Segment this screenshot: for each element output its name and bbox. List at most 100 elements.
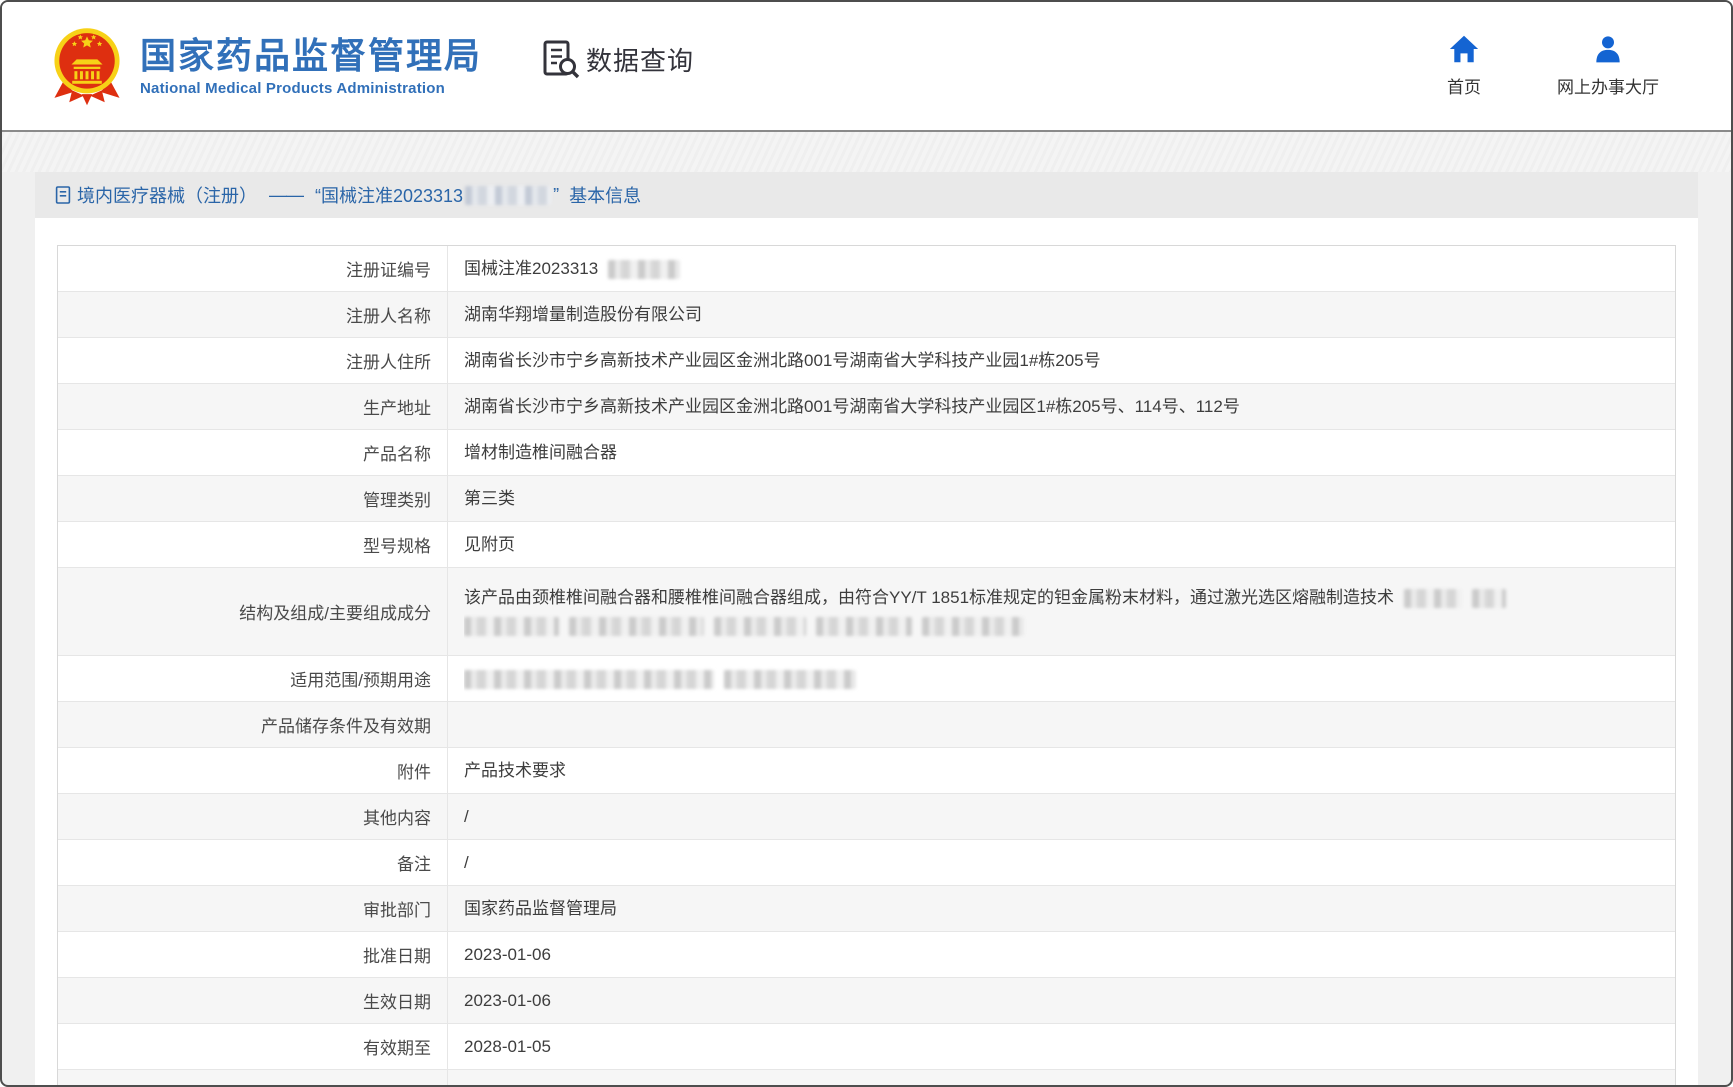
row-label: 型号规格 xyxy=(58,522,448,567)
value-text: 见附页 xyxy=(464,535,515,554)
value-text: 湖南省长沙市宁乡高新技术产业园区金洲北路001号湖南省大学科技产业园1#栋205… xyxy=(464,351,1101,370)
row-label: 生产地址 xyxy=(58,384,448,429)
document-search-icon xyxy=(540,39,580,79)
row-label: 结构及组成/主要组成成分 xyxy=(58,568,448,655)
row-label xyxy=(58,1070,448,1087)
row-label: 产品储存条件及有效期 xyxy=(58,702,448,747)
row-label: 注册人名称 xyxy=(58,292,448,337)
row-value: 增材制造椎间融合器 xyxy=(448,430,1675,475)
value-text: / xyxy=(464,853,469,872)
value-text: 2023-01-06 xyxy=(464,991,551,1010)
redacted-blur xyxy=(816,617,912,636)
page-title-suffix: 基本信息 xyxy=(569,182,641,208)
row-label: 注册证编号 xyxy=(58,246,448,291)
row-value: 产品技术要求 xyxy=(448,748,1675,793)
redacted-blur xyxy=(608,260,680,279)
national-emblem-icon xyxy=(50,25,124,107)
value-text: 该产品由颈椎椎间融合器和腰椎椎间融合器组成，由符合YY/T 1851标准规定的钽… xyxy=(464,588,1394,607)
table-row: 其他内容 / xyxy=(58,794,1675,840)
breadcrumb: 境内医疗器械（注册） —— “国械注准2023313 ” 基本信息 xyxy=(35,172,1698,218)
table-row: 结构及组成/主要组成成分该产品由颈椎椎间融合器和腰椎椎间融合器组成，由符合YY/… xyxy=(58,568,1675,656)
row-label: 适用范围/预期用途 xyxy=(58,656,448,701)
info-table: 注册证编号国械注准2023313注册人名称湖南华翔增量制造股份有限公司注册人住所… xyxy=(57,245,1676,1087)
row-label: 注册人住所 xyxy=(58,338,448,383)
value-text: 国家药品监督管理局 xyxy=(464,899,617,918)
value-text: 增材制造椎间融合器 xyxy=(464,443,617,462)
value-text: 湖南省长沙市宁乡高新技术产业园区金洲北路001号湖南省大学科技产业园区1#栋20… xyxy=(464,397,1240,416)
nav-service-hall-label: 网上办事大厅 xyxy=(1557,73,1659,98)
table-row: 附件产品技术要求 xyxy=(58,748,1675,794)
row-value: 国械注准2023313 xyxy=(448,246,1675,291)
table-row: 注册人名称湖南华翔增量制造股份有限公司 xyxy=(58,292,1675,338)
page-title-close-quote: ” xyxy=(553,185,559,206)
row-value: 湖南华翔增量制造股份有限公司 xyxy=(448,292,1675,337)
row-value: / xyxy=(448,794,1675,839)
home-icon xyxy=(1448,34,1480,64)
breadcrumb-dash: —— xyxy=(269,185,303,206)
row-label: 审批部门 xyxy=(58,886,448,931)
redacted-blur xyxy=(464,617,559,636)
row-value: / xyxy=(448,840,1675,885)
nav-home[interactable]: 首页 xyxy=(1447,34,1481,98)
table-row: 适用范围/预期用途 xyxy=(58,656,1675,702)
redacted-blur xyxy=(465,186,551,205)
row-value xyxy=(448,1070,1675,1087)
row-label: 有效期至 xyxy=(58,1024,448,1069)
value-text: 第三类 xyxy=(464,489,515,508)
row-value: 国家药品监督管理局 xyxy=(448,886,1675,931)
table-row: 备注 / xyxy=(58,840,1675,886)
row-label: 其他内容 xyxy=(58,794,448,839)
content-panel: 注册证编号国械注准2023313注册人名称湖南华翔增量制造股份有限公司注册人住所… xyxy=(35,218,1698,1087)
row-label: 管理类别 xyxy=(58,476,448,521)
value-text: 2023-01-06 xyxy=(464,945,551,964)
top-nav: 首页 网上办事大厅 xyxy=(1447,34,1659,98)
row-label: 备注 xyxy=(58,840,448,885)
row-value: 2028-01-05 xyxy=(448,1024,1675,1069)
table-row-partial xyxy=(58,1070,1675,1087)
table-row: 产品名称增材制造椎间融合器 xyxy=(58,430,1675,476)
org-name-cn: 国家药品监督管理局 xyxy=(140,35,482,76)
site-header: 国家药品监督管理局 National Medical Products Admi… xyxy=(2,2,1731,132)
row-label: 生效日期 xyxy=(58,978,448,1023)
table-row: 注册人住所湖南省长沙市宁乡高新技术产业园区金洲北路001号湖南省大学科技产业园1… xyxy=(58,338,1675,384)
breadcrumb-category[interactable]: 境内医疗器械（注册） xyxy=(77,182,257,208)
row-value: 见附页 xyxy=(448,522,1675,567)
document-icon xyxy=(55,185,71,205)
data-query-label: 数据查询 xyxy=(586,41,694,78)
row-value: 第三类 xyxy=(448,476,1675,521)
background-band xyxy=(2,132,1731,172)
nav-home-label: 首页 xyxy=(1447,73,1481,98)
row-value xyxy=(448,656,1675,701)
page-title-reg-no: “国械注准2023313 xyxy=(315,182,463,208)
table-row: 注册证编号国械注准2023313 xyxy=(58,246,1675,292)
data-query-section[interactable]: 数据查询 xyxy=(540,39,694,79)
row-value: 2023-01-06 xyxy=(448,978,1675,1023)
row-value: 湖南省长沙市宁乡高新技术产业园区金洲北路001号湖南省大学科技产业园区1#栋20… xyxy=(448,384,1675,429)
value-text: 湖南华翔增量制造股份有限公司 xyxy=(464,305,702,324)
table-row: 型号规格见附页 xyxy=(58,522,1675,568)
redacted-blur xyxy=(569,617,704,636)
table-row: 审批部门国家药品监督管理局 xyxy=(58,886,1675,932)
row-value: 湖南省长沙市宁乡高新技术产业园区金洲北路001号湖南省大学科技产业园1#栋205… xyxy=(448,338,1675,383)
row-value: 该产品由颈椎椎间融合器和腰椎椎间融合器组成，由符合YY/T 1851标准规定的钽… xyxy=(448,568,1675,655)
table-row: 生效日期 2023-01-06 xyxy=(58,978,1675,1024)
table-row: 批准日期2023-01-06 xyxy=(58,932,1675,978)
value-text: 2028-01-05 xyxy=(464,1037,551,1056)
row-value: 2023-01-06 xyxy=(448,932,1675,977)
redacted-blur xyxy=(724,670,856,689)
row-value xyxy=(448,702,1675,747)
nav-service-hall[interactable]: 网上办事大厅 xyxy=(1557,34,1659,98)
redacted-blur xyxy=(714,617,806,636)
org-name-en: National Medical Products Administration xyxy=(140,80,482,97)
table-row: 管理类别第三类 xyxy=(58,476,1675,522)
row-label: 产品名称 xyxy=(58,430,448,475)
org-names: 国家药品监督管理局 National Medical Products Admi… xyxy=(140,35,482,97)
table-row: 有效期至 2028-01-05 xyxy=(58,1024,1675,1070)
site-logo[interactable]: 国家药品监督管理局 National Medical Products Admi… xyxy=(50,25,482,107)
user-icon xyxy=(1593,34,1623,64)
value-text: 产品技术要求 xyxy=(464,761,566,780)
value-text: 国械注准2023313 xyxy=(464,259,598,278)
value-text: / xyxy=(464,807,469,826)
redacted-blur xyxy=(922,617,1024,636)
table-row: 产品储存条件及有效期 xyxy=(58,702,1675,748)
